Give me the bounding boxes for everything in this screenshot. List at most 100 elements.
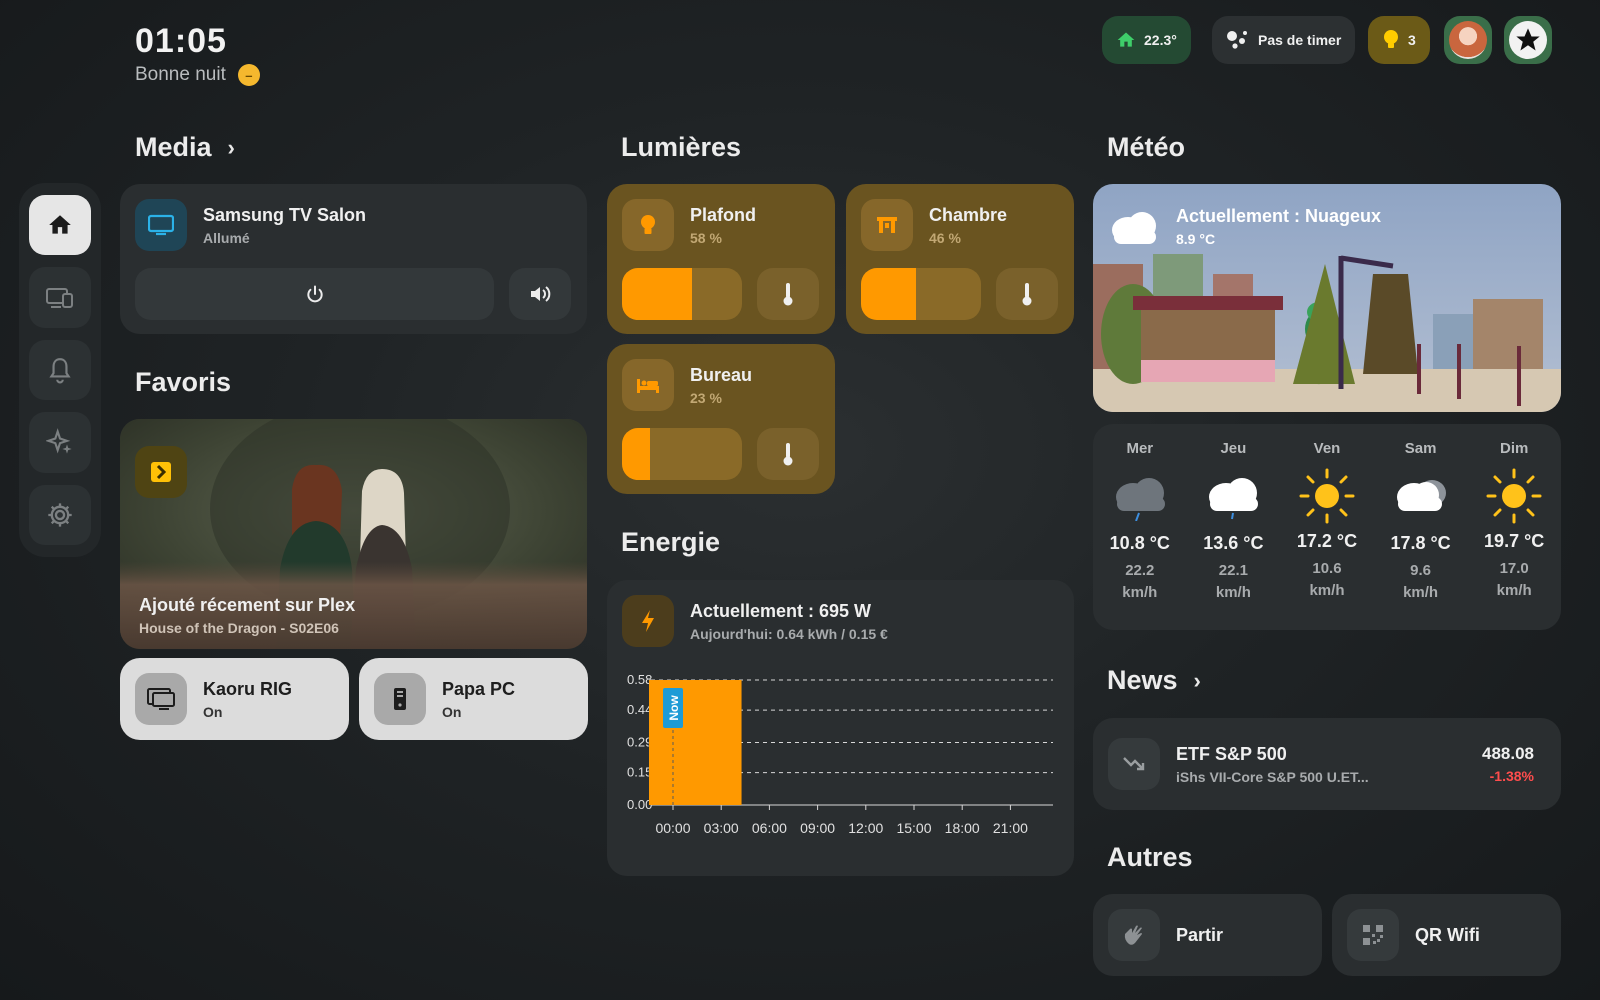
forecast-wind: 22.1 km/h	[1215, 562, 1251, 601]
weather-forecast: Mer 10.8 °C 22.2 km/h Jeu 13.6 °C 22.1 km/…	[1093, 424, 1561, 630]
user-avatar-papa[interactable]	[1504, 16, 1552, 64]
plex-recently-added-card[interactable]: Ajouté récement sur Plex House of the Dr…	[120, 419, 587, 649]
forecast-day-name: Jeu	[1220, 440, 1247, 457]
media-player-card[interactable]: Samsung TV Salon Allumé	[120, 184, 587, 334]
weather-current: Actuellement : Nuageux	[1176, 206, 1382, 226]
light-card-chambre[interactable]: Chambre 46 %	[846, 184, 1074, 334]
forecast-temp: 19.7 °C	[1484, 531, 1545, 551]
qr-wifi-button[interactable]: QR Wifi	[1332, 894, 1561, 976]
lights-on-chip[interactable]: 3	[1368, 16, 1430, 64]
qr-code-icon	[1347, 909, 1399, 961]
plex-subtitle: House of the Dragon - S02E06	[139, 620, 339, 636]
power-button[interactable]	[135, 268, 494, 320]
color-temperature-button[interactable]	[757, 268, 819, 320]
home-temperature: 22.3°	[1144, 32, 1177, 48]
brightness-slider[interactable]	[861, 268, 981, 320]
timer-chip[interactable]: Pas de timer	[1212, 16, 1356, 64]
sidebar-item-devices[interactable]	[29, 267, 91, 328]
lights-section-title: Lumières	[621, 132, 742, 162]
light-card-bureau[interactable]: Bureau 23 %	[607, 344, 835, 494]
sun-icon	[1299, 468, 1355, 524]
light-level: 23 %	[690, 389, 722, 406]
bed-icon	[622, 359, 674, 411]
sidebar-item-scenes[interactable]	[29, 412, 91, 473]
brightness-slider[interactable]	[622, 268, 742, 320]
energy-chart[interactable]: 0.00 0.15 0.29 0.44 0.58 00:00 03:00 06:00 09:00…	[607, 670, 1074, 870]
x-tick-label: 06:00	[752, 820, 787, 836]
light-level: 46 %	[929, 229, 961, 246]
favorites-section-title: Favoris	[135, 367, 232, 397]
devices-icon	[46, 287, 73, 308]
monitor-icon	[135, 673, 187, 725]
chevron-right-icon: ›	[1193, 667, 1201, 693]
forecast-temp: 17.8 °C	[1390, 533, 1451, 553]
device-state: On	[442, 703, 462, 720]
ceiling-light-icon	[622, 199, 674, 251]
weather-illustration[interactable]: Actuellement : Nuageux 8.9 °C	[1093, 184, 1561, 412]
light-level: 58 %	[690, 229, 722, 246]
stock-price: 488.08	[1482, 744, 1534, 763]
forecast-day-name: Dim	[1500, 440, 1529, 457]
favorite-device-kaoru-rig[interactable]: Kaoru RIG On	[120, 658, 349, 740]
rain-cloud-icon	[1115, 478, 1165, 521]
timer-status: Pas de timer	[1258, 32, 1342, 48]
y-tick-label: 0.29	[627, 735, 652, 750]
forecast-temp: 10.8 °C	[1109, 533, 1170, 553]
energy-current: Actuellement : 695 W	[690, 600, 872, 621]
cloud-drizzle-icon	[1209, 478, 1259, 520]
volume-button[interactable]	[509, 268, 571, 320]
y-tick-label: 0.44	[627, 702, 652, 717]
sidebar-item-notifications[interactable]	[29, 339, 91, 401]
favorite-device-papa-pc[interactable]: Papa PC On	[359, 658, 588, 740]
greeting-text: Bonne nuit	[135, 64, 226, 85]
forecast-day: Mer 10.8 °C 22.2 km/h	[1097, 440, 1183, 630]
device-name: Papa PC	[442, 678, 516, 699]
light-name: Chambre	[929, 204, 1008, 225]
light-name: Plafond	[690, 204, 756, 225]
x-tick-label: 21:00	[993, 820, 1028, 836]
gear-icon	[48, 503, 72, 527]
energy-section-title: Energie	[621, 527, 721, 557]
assistant-icon	[1227, 31, 1247, 49]
energy-card[interactable]: Actuellement : 695 W Aujourd'hui: 0.64 k…	[607, 580, 1074, 876]
brightness-slider[interactable]	[622, 428, 742, 480]
y-tick-label: 0.58	[627, 672, 652, 687]
cloud-icon	[1396, 480, 1446, 511]
energy-bar[interactable]	[649, 680, 742, 805]
trending-down-icon	[1108, 738, 1160, 790]
brightness-fill	[622, 428, 650, 480]
partir-button[interactable]: Partir	[1093, 894, 1322, 976]
color-temperature-button[interactable]	[996, 268, 1058, 320]
media-title-text: Media	[135, 132, 212, 162]
sleepy-face-icon: –	[237, 64, 260, 86]
qr-wifi-label: QR Wifi	[1415, 924, 1480, 945]
forecast-temp: 13.6 °C	[1203, 533, 1264, 553]
stock-ticker-card[interactable]: ETF S&P 500 iShs VII-Core S&P 500 U.ET..…	[1093, 718, 1561, 810]
now-marker-label: Now	[667, 695, 681, 721]
weather-current-temp: 8.9 °C	[1176, 231, 1216, 247]
user-avatar-kaoru[interactable]	[1444, 16, 1492, 64]
forecast-day: Dim 19.7 °C 17.0 km/h	[1471, 440, 1557, 630]
volume-icon	[531, 286, 551, 302]
x-tick-label: 15:00	[896, 820, 931, 836]
x-tick-label: 03:00	[704, 820, 739, 836]
sidebar-item-home[interactable]	[29, 195, 91, 256]
tv-icon	[135, 199, 187, 251]
color-temperature-button[interactable]	[757, 428, 819, 480]
sidebar-item-settings[interactable]	[29, 484, 91, 546]
light-card-plafond[interactable]: Plafond 58 %	[607, 184, 835, 334]
forecast-day-name: Mer	[1126, 440, 1154, 457]
plex-icon	[135, 446, 187, 498]
sun-icon	[1486, 468, 1542, 524]
weather-section-title: Météo	[1107, 132, 1186, 162]
partir-label: Partir	[1176, 924, 1224, 945]
media-device-state: Allumé	[203, 229, 250, 246]
greeting: Bonne nuit –	[135, 64, 260, 86]
media-section-title[interactable]: Media ›	[135, 132, 235, 163]
sparkles-icon	[46, 428, 72, 455]
home-temperature-chip[interactable]: 22.3°	[1102, 16, 1191, 64]
forecast-temp: 17.2 °C	[1296, 531, 1358, 551]
media-device-name: Samsung TV Salon	[203, 204, 367, 225]
energy-today: Aujourd'hui: 0.64 kWh / 0.15 €	[690, 625, 888, 642]
news-section-title[interactable]: News ›	[1107, 665, 1201, 696]
